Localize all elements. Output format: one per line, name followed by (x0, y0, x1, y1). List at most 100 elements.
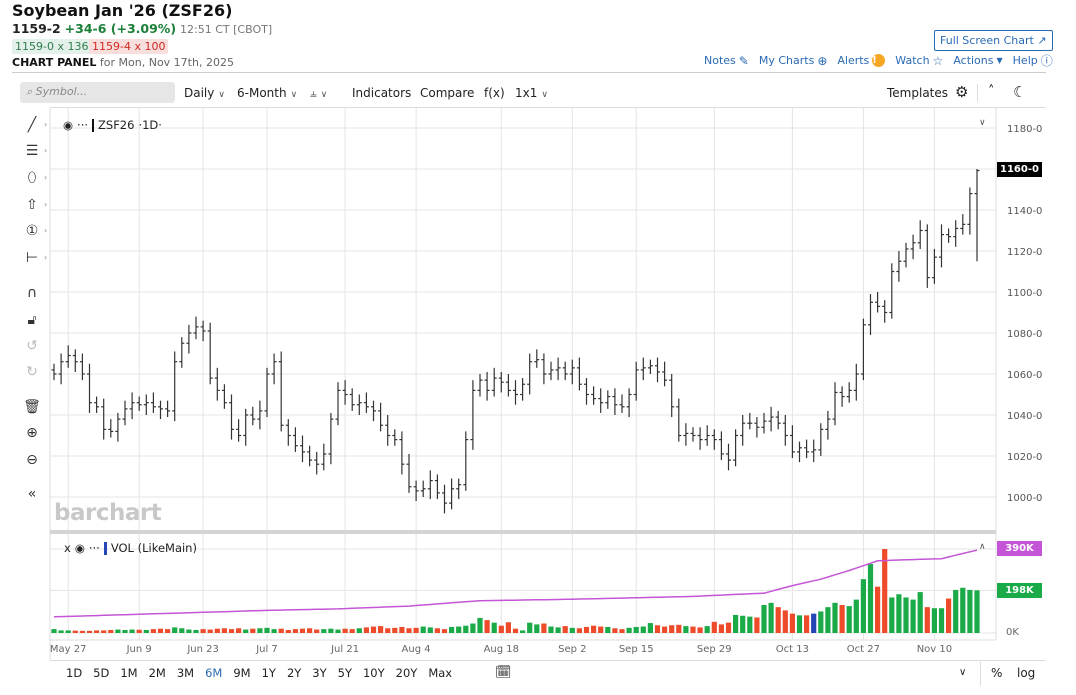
help-link[interactable]: Help ⓘ (1013, 54, 1053, 67)
my-charts-link[interactable]: My Charts ⊕ (759, 54, 828, 67)
divider (980, 662, 981, 686)
date-axis-label: Sep 29 (697, 644, 732, 655)
zoom-in-icon[interactable]: ⊕ (22, 423, 42, 443)
volume-bar (307, 628, 313, 633)
actions-menu[interactable]: Actions ▼ (953, 54, 1002, 67)
collapse-chevrons-icon[interactable]: ˄ (988, 84, 995, 99)
log-scale-toggle[interactable]: log (1017, 666, 1035, 680)
range-2m[interactable]: 2M (149, 666, 166, 680)
undo-icon[interactable]: ↺ (22, 336, 42, 356)
magnet-icon[interactable]: ∩ (22, 283, 42, 303)
interval-dropdown[interactable]: Daily ∨ (184, 86, 225, 100)
volume-bar (960, 587, 966, 633)
indicators-button[interactable]: Indicators (352, 86, 411, 100)
collapse-toolbar-icon[interactable]: « (22, 484, 42, 504)
range-1m[interactable]: 1M (120, 666, 137, 680)
volume-bar (257, 628, 263, 633)
volume-bar (832, 602, 838, 633)
range-6m[interactable]: 6M (205, 666, 222, 680)
divider (977, 84, 978, 102)
layout-dropdown[interactable]: 1x1 ∨ (515, 86, 548, 100)
chevron-down-icon: ∨ (320, 90, 328, 100)
more-options-icon[interactable]: ··· (89, 541, 100, 555)
volume-bar (583, 626, 590, 633)
eye-icon[interactable]: ◉ (75, 541, 85, 555)
trash-icon[interactable]: 🗑︎ (22, 397, 42, 417)
range-3m[interactable]: 3M (177, 666, 194, 680)
volume-bar (335, 629, 341, 633)
templates-button[interactable]: Templates (887, 86, 948, 100)
watch-link[interactable]: Watch ☆ (895, 54, 943, 67)
volume-bar (647, 623, 653, 633)
range-max[interactable]: Max (428, 666, 452, 680)
volume-bar (165, 629, 171, 633)
quote-line: 1159-2 +34-6 (+3.09%) 12:51 CT [CBOT] (12, 21, 272, 36)
full-screen-chart-button[interactable]: Full Screen Chart ↗ (934, 30, 1053, 51)
fx-button[interactable]: f(x) (484, 86, 505, 100)
redo-icon[interactable]: ↻ (22, 362, 42, 382)
arrow-tool-icon[interactable]: ⇧ › (22, 195, 47, 215)
range-10y[interactable]: 10Y (363, 666, 385, 680)
volume-bar (853, 599, 859, 633)
date-axis-label: Jul 21 (330, 644, 359, 655)
pane-collapse-icon[interactable]: ∨ (979, 118, 986, 128)
range-2y[interactable]: 2Y (287, 666, 301, 680)
range-dropdown[interactable]: 6-Month ∨ (237, 86, 297, 100)
range-5d[interactable]: 5D (93, 666, 109, 680)
volume-bar (697, 627, 703, 633)
volume-bar (875, 586, 881, 633)
shapes-tool-icon[interactable]: ⬯ › (22, 168, 48, 188)
pane-expand-icon[interactable]: ∧ (979, 542, 986, 552)
volume-bar (94, 630, 100, 633)
volume-zero-label: 0K (1006, 627, 1019, 638)
volume-bar (967, 589, 973, 633)
fibonacci-tool-icon[interactable]: ☰ › (22, 141, 47, 161)
actions-label: Actions (953, 54, 994, 67)
volume-average-tag: 390K (997, 541, 1042, 556)
percent-scale-toggle[interactable]: % (991, 666, 1002, 680)
zoom-out-icon[interactable]: ⊖ (22, 450, 42, 470)
volume-bar (541, 623, 547, 633)
volume-bar (619, 629, 625, 633)
notes-link[interactable]: Notes ✎ (704, 54, 749, 67)
volume-legend-label: VOL (LikeMain) (110, 541, 197, 555)
legend-period: ·1D· (138, 118, 162, 132)
alerts-link[interactable]: Alerts! (837, 54, 886, 67)
measure-tool-icon[interactable]: ⊢ › (22, 248, 47, 268)
annotation-tool-icon[interactable]: ① › (22, 221, 47, 241)
range-1d[interactable]: 1D (66, 666, 82, 680)
range-3y[interactable]: 3Y (312, 666, 326, 680)
close-indicator-icon[interactable]: x (64, 541, 71, 555)
range-9m[interactable]: 9M (233, 666, 250, 680)
chevron-down-icon: ∨ (290, 90, 298, 100)
volume-bar (136, 629, 142, 633)
range-5y[interactable]: 5Y (338, 666, 352, 680)
ohlc-bars-icon: ⫨ (310, 86, 317, 100)
bar-type-dropdown[interactable]: ⫨ ∨ (310, 86, 327, 101)
unlock-icon[interactable]: 🔓︎ (22, 310, 42, 330)
expand-down-icon[interactable]: ∨ (959, 667, 966, 678)
search-icon: ⌕ (26, 85, 33, 98)
price-axis-label: 1040-0 (1007, 411, 1042, 422)
compare-button[interactable]: Compare (420, 86, 474, 100)
trendline-tool-icon[interactable]: ╱ › (22, 115, 47, 135)
alerts-label: Alerts (837, 54, 870, 67)
calendar-icon[interactable]: 🗓︎ (495, 665, 512, 680)
volume-bar (314, 629, 320, 633)
volume-bar (818, 611, 824, 633)
price-chart[interactable]: 1000-0 1020-0 1040-0 1060-0 1080-0 1100-0 1120… (0, 0, 1076, 695)
volume-bar (761, 605, 767, 633)
dark-mode-moon-icon[interactable]: ☾ (1013, 83, 1026, 101)
eye-icon[interactable]: ◉ (63, 118, 73, 132)
range-1y[interactable]: 1Y (262, 666, 276, 680)
settings-gear-icon[interactable]: ⚙ (955, 83, 968, 101)
volume-bar (413, 627, 419, 633)
volume-bar (974, 590, 980, 633)
volume-bar (65, 630, 71, 633)
symbol-search-input[interactable]: ⌕ Symbol... (20, 82, 175, 103)
volume-bar (512, 628, 519, 633)
range-20y[interactable]: 20Y (396, 666, 418, 680)
more-options-icon[interactable]: ··· (77, 118, 88, 132)
volume-bar (292, 629, 298, 633)
notes-label: Notes (704, 54, 736, 67)
